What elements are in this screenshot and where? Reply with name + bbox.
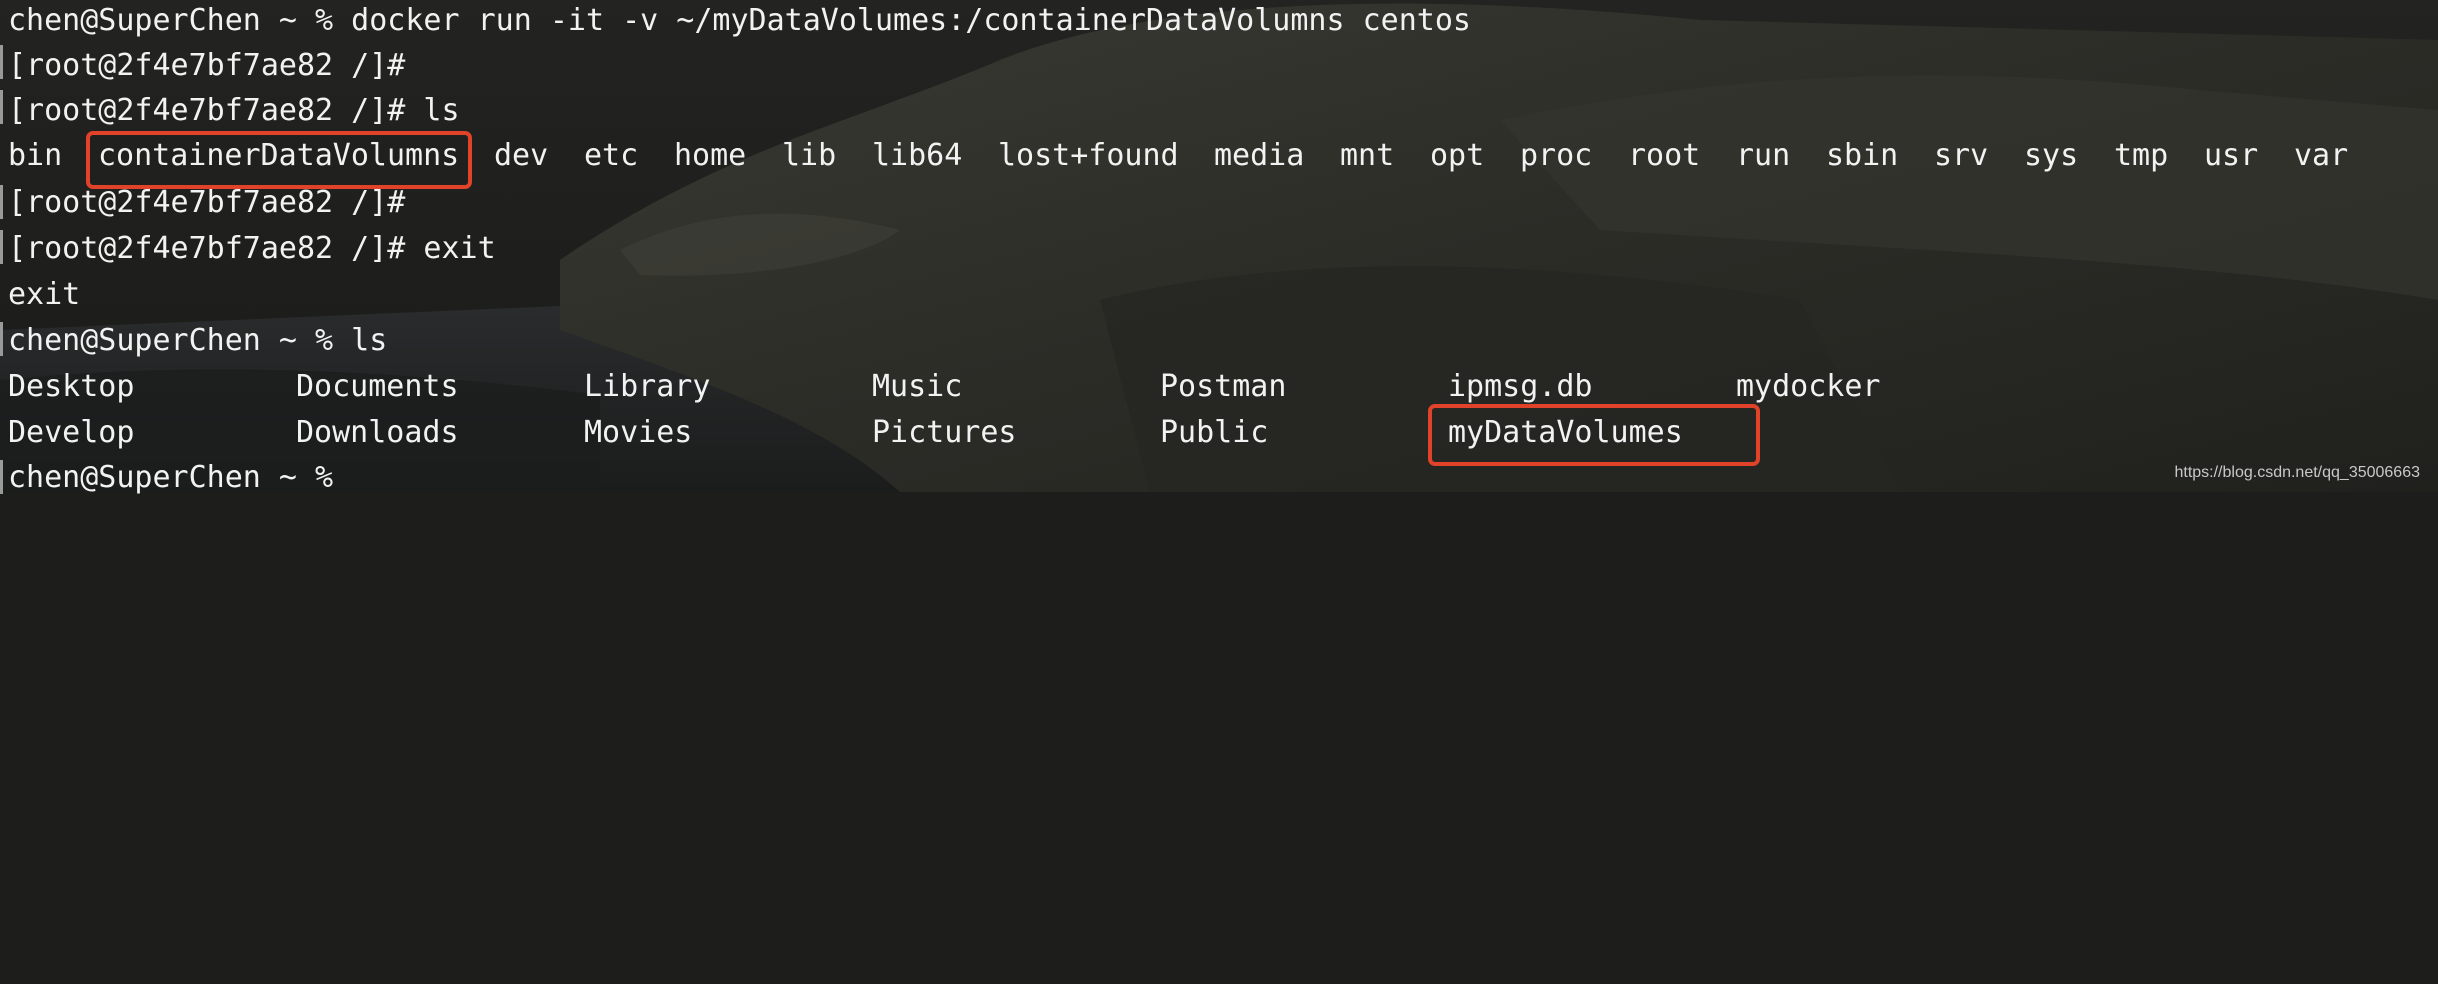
ls-entry: etc [584, 138, 639, 173]
ls-entry: Postman [1160, 369, 1287, 404]
terminal-line: [root@2f4e7bf7ae82 /]# exit [8, 231, 496, 266]
highlight-box-host-volume [1428, 404, 1760, 466]
ls-entry: Develop [8, 415, 135, 450]
terminal-line: [root@2f4e7bf7ae82 /]# ls [8, 93, 460, 128]
ls-entry: lib [782, 138, 837, 173]
ls-entry: proc [1520, 138, 1593, 173]
watermark-text: https://blog.csdn.net/qq_35006663 [2174, 464, 2420, 481]
ls-entry: sbin [1826, 138, 1899, 173]
ls-entry: sys [2024, 138, 2079, 173]
terminal-margin-marker [0, 45, 3, 79]
terminal-line: [root@2f4e7bf7ae82 /]# [8, 48, 406, 83]
ls-entry: home [674, 138, 747, 173]
ls-entry: Library [584, 369, 711, 404]
ls-entry: usr [2204, 138, 2259, 173]
ls-entry: Documents [296, 369, 459, 404]
terminal-margin-marker [0, 460, 3, 494]
ls-entry: Desktop [8, 369, 135, 404]
terminal-line: [root@2f4e7bf7ae82 /]# [8, 185, 406, 220]
ls-entry: media [1214, 138, 1305, 173]
terminal-line: exit [8, 277, 81, 312]
ls-entry: mydocker [1736, 369, 1881, 404]
ls-entry: opt [1430, 138, 1485, 173]
ls-entry: bin [8, 138, 63, 173]
ls-entry: mnt [1340, 138, 1395, 173]
terminal-prompt[interactable]: chen@SuperChen ~ % [8, 455, 333, 501]
terminal-margin-marker [0, 230, 3, 264]
terminal-margin-marker [0, 90, 3, 124]
ls-entry: Downloads [296, 415, 459, 450]
ls-entry: lost+found [998, 138, 1179, 173]
ls-entry: srv [1934, 138, 1989, 173]
ls-entry: Pictures [872, 415, 1017, 450]
terminal-window[interactable]: chen@SuperChen ~ % docker run -it -v ~/m… [0, 0, 2438, 495]
terminal-line: chen@SuperChen ~ % ls [8, 323, 388, 358]
ls-entry: dev [494, 138, 549, 173]
terminal-margin-marker [0, 322, 3, 356]
ls-entry: tmp [2114, 138, 2169, 173]
ls-entry: Public [1160, 415, 1269, 450]
terminal-line: chen@SuperChen ~ % docker run -it -v ~/m… [8, 3, 1471, 38]
ls-entry: Movies [584, 415, 693, 450]
ls-entry: run [1736, 138, 1791, 173]
ls-entry: Music [872, 369, 963, 404]
terminal-margin-marker [0, 185, 3, 219]
ls-entry: root [1628, 138, 1701, 173]
ls-entry: lib64 [872, 138, 963, 173]
ls-entry: var [2294, 138, 2349, 173]
